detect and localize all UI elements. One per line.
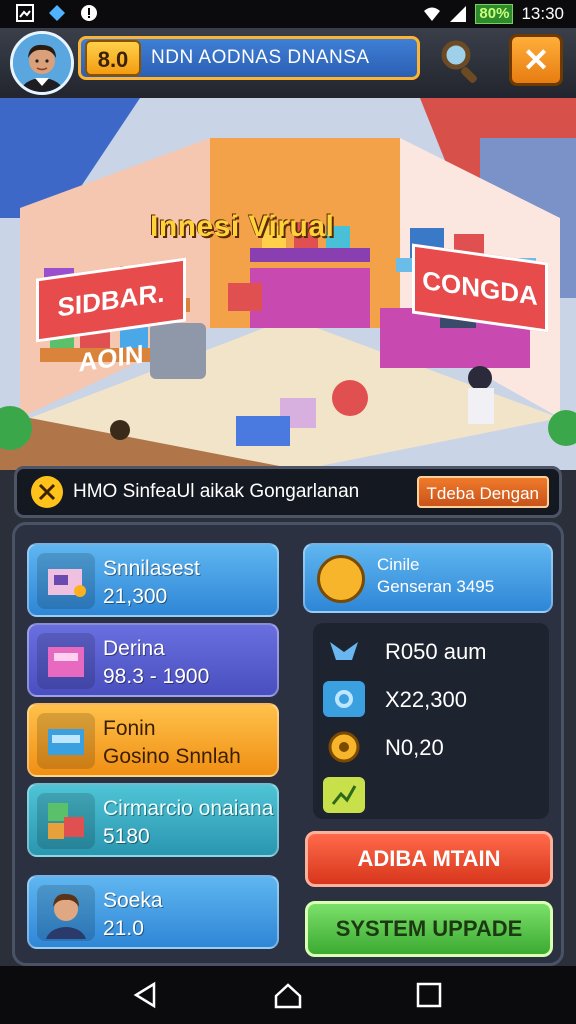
player-avatar[interactable] [10, 31, 74, 95]
stats-title: Cinile [377, 555, 420, 574]
card-value: 21,300 [103, 585, 168, 608]
resource-card[interactable]: Cirmarcio onaiana 5180 [27, 783, 279, 857]
wings-icon [323, 633, 365, 669]
stat-row: X22,300 [323, 677, 543, 721]
stats-subtitle: Genseran 3495 [377, 577, 495, 596]
mission-banner[interactable]: HMO SinfeaUl aikak Gongarlanan Tdeba Den… [14, 466, 562, 518]
player-title-bar[interactable]: 8.0 NDN AODNAS DNANSA [78, 36, 420, 80]
coin-icon [323, 681, 365, 717]
diamond-icon [49, 5, 65, 21]
store-scene[interactable]: Innesi Virual SIDBAR. AOIN CONGDA [0, 98, 576, 470]
signal-icon [450, 6, 467, 22]
home-icon[interactable] [273, 980, 303, 1010]
stat-row: N0,20 [323, 725, 543, 769]
gear-icon [323, 729, 365, 765]
resource-card[interactable]: Fonin Gosino Snnlah [27, 703, 279, 777]
player-name: NDN AODNAS DNANSA [151, 47, 370, 68]
back-icon[interactable] [130, 980, 160, 1010]
stat-row: R050 aum [323, 629, 543, 673]
stats-header[interactable]: Cinile Genseran 3495 [303, 543, 553, 613]
card-value: 21.0 [103, 917, 144, 940]
card-value: Gosino Snnlah [103, 745, 241, 768]
mission-action-button[interactable]: Tdeba Dengan [416, 476, 549, 508]
resource-card[interactable]: Snnilasest 21,300 [27, 543, 279, 617]
status-bar: 80% 13:30 [0, 0, 576, 28]
main-panel: Snnilasest 21,300 Derina 98.3 - 1900 Fon… [12, 522, 564, 966]
gallery-icon [16, 4, 34, 22]
avatar-portrait-icon [13, 34, 71, 92]
stat-row [323, 773, 543, 817]
card-title: Snnilasest [103, 557, 200, 580]
notification-icon [81, 5, 97, 21]
close-icon: ✕ [522, 42, 550, 78]
card-title: Cirmarcio onaiana [103, 797, 274, 820]
stats-list: R050 aum X22,300 N0,20 [313, 623, 549, 819]
boxes-icon [37, 793, 95, 849]
card-title: Derina [103, 637, 165, 660]
check-badge-icon [31, 476, 63, 508]
recents-icon[interactable] [414, 980, 444, 1010]
admin-main-button[interactable]: ADIBA MTAIN [305, 831, 553, 887]
search-button[interactable] [434, 34, 488, 86]
chart-icon [323, 777, 365, 813]
profile-card[interactable]: Soeka 21.0 [27, 875, 279, 949]
close-button[interactable]: ✕ [509, 34, 563, 86]
portrait-icon [37, 885, 95, 941]
battery-indicator: 80% [475, 4, 514, 24]
stat-value: R050 aum [385, 639, 487, 664]
box-icon [37, 633, 95, 689]
register-icon [37, 553, 95, 609]
stat-value: X22,300 [385, 687, 467, 712]
gold-gear-icon [317, 555, 365, 603]
card-value: 5180 [103, 825, 150, 848]
wifi-icon [424, 7, 441, 21]
system-update-button[interactable]: SYSTEM UPPADE [305, 901, 553, 957]
stat-value: N0,20 [385, 735, 444, 760]
mission-text: HMO SinfeaUl aikak Gongarlanan [73, 481, 360, 502]
clock: 13:30 [521, 4, 564, 23]
card-value: 98.3 - 1900 [103, 665, 210, 688]
card-title: Soeka [103, 889, 163, 912]
store-title: Innesi Virual [150, 210, 335, 243]
level-badge: 8.0 [85, 40, 141, 76]
resource-card[interactable]: Derina 98.3 - 1900 [27, 623, 279, 697]
top-bar: 8.0 NDN AODNAS DNANSA ✕ [0, 28, 576, 101]
card-title: Fonin [103, 717, 156, 740]
android-nav-bar [0, 966, 576, 1024]
crate-icon [37, 713, 95, 769]
magnifier-icon [441, 40, 477, 83]
